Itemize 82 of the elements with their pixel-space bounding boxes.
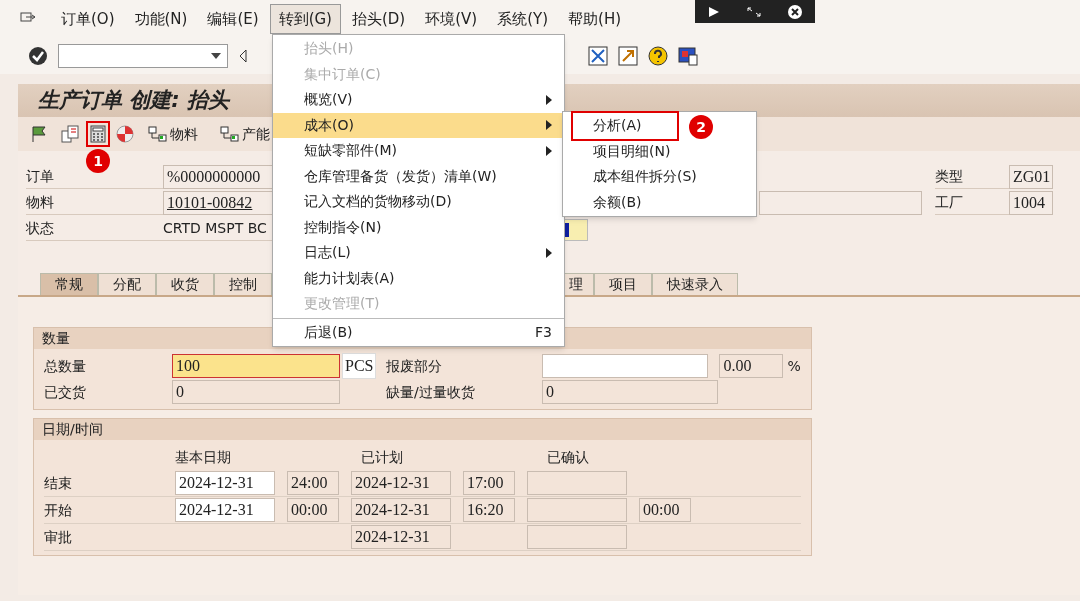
time-field[interactable]: 24:00 <box>287 471 339 495</box>
tab[interactable]: 分配 <box>98 273 156 295</box>
tab[interactable]: 收货 <box>156 273 214 295</box>
field-value[interactable]: 1004 <box>1009 190 1053 215</box>
menu-item[interactable]: 系统(Y) <box>488 3 558 35</box>
percent-sign: % <box>787 356 801 376</box>
field-label: 总数量 <box>44 356 87 376</box>
input-field[interactable] <box>542 354 709 378</box>
submenu-arrow-icon <box>546 145 552 156</box>
group-title: 日期/时间 <box>34 419 811 440</box>
menu-item[interactable]: 编辑(E) <box>198 3 268 35</box>
toolbar-button[interactable]: 产能 <box>220 123 270 145</box>
material-description-field[interactable] <box>759 191 922 215</box>
hierarchy-icon <box>148 125 168 143</box>
menu-option[interactable]: 余额(B) <box>573 189 677 215</box>
menu-option[interactable]: 项目明细(N) <box>573 138 677 164</box>
submenu-arrow-icon <box>546 94 552 105</box>
date-field[interactable]: 2024-12-31 <box>351 525 451 549</box>
date-field[interactable]: 2024-12-31 <box>351 498 451 522</box>
field-label: 订单 <box>26 167 55 186</box>
field-label: 物料 <box>26 193 55 212</box>
menu-option[interactable]: 日志(L) <box>273 240 564 266</box>
menu-option[interactable]: 控制指令(N) <box>273 214 564 240</box>
new-window-icon[interactable] <box>618 46 638 66</box>
command-field[interactable] <box>58 44 228 68</box>
date-field[interactable] <box>527 471 627 495</box>
menu-item[interactable]: 转到(G) <box>269 3 341 35</box>
time-field[interactable]: 16:20 <box>463 498 515 522</box>
resize-icon[interactable] <box>746 5 762 18</box>
back-icon[interactable] <box>238 49 248 63</box>
dropdown-icon[interactable] <box>211 53 221 59</box>
field-value[interactable]: 0 <box>172 380 340 404</box>
monitor-icon[interactable] <box>678 46 698 66</box>
date-field[interactable] <box>527 498 627 522</box>
status-text: CRTD MSPT BC <box>163 219 267 238</box>
quantity-field[interactable]: 100 <box>172 354 340 378</box>
menu-item[interactable]: 帮助(H) <box>559 3 631 35</box>
menu-option[interactable]: 成本(O) <box>273 112 564 138</box>
field-label: 缺量/过量收货 <box>386 382 476 402</box>
hierarchy-icon <box>220 125 240 143</box>
menu-option[interactable]: 成本组件拆分(S) <box>573 164 703 190</box>
date-field[interactable]: 2024-12-31 <box>175 471 275 495</box>
step-badge: 2 <box>689 115 713 139</box>
date-field[interactable]: 2024-12-31 <box>351 471 451 495</box>
field-label: 类型 <box>935 167 964 186</box>
field-label: 工厂 <box>935 193 964 212</box>
time-field[interactable]: 00:00 <box>639 498 691 522</box>
submenu-arrow-icon <box>546 247 552 258</box>
menu-item[interactable]: 订单(O) <box>52 3 124 35</box>
date-field[interactable] <box>527 525 627 549</box>
field-label: 报废部分 <box>386 356 444 376</box>
field-label: 已交货 <box>44 382 87 402</box>
field-label: 结束 <box>44 473 73 493</box>
close-icon[interactable] <box>786 3 803 20</box>
menu-item[interactable]: 抬头(D) <box>342 3 415 35</box>
column-header: 已计划 <box>361 447 404 467</box>
time-field[interactable]: 17:00 <box>463 471 515 495</box>
screen-title: 生产订单 创建: 抬头 <box>38 86 230 114</box>
check-icon[interactable] <box>28 46 48 66</box>
column-header: 已确认 <box>547 447 589 467</box>
field-label: 审批 <box>44 527 73 547</box>
menu-item[interactable]: 功能(N) <box>125 3 197 35</box>
unit-text: PCS <box>342 353 377 379</box>
field-label: 状态 <box>26 219 55 238</box>
toolbar-button[interactable]: 物料 <box>148 123 198 145</box>
time-field[interactable]: 00:00 <box>287 498 339 522</box>
tab[interactable]: 控制 <box>214 273 272 295</box>
tab[interactable]: 项目 <box>594 273 652 295</box>
menu-item[interactable]: 环境(V) <box>416 3 487 35</box>
tab[interactable]: 常规 <box>40 273 98 295</box>
percent-field[interactable]: 0.00 <box>719 354 784 378</box>
menu-option[interactable]: 短缺零部件(M) <box>273 138 564 164</box>
tab[interactable]: 快速录入 <box>652 273 738 295</box>
menu-option[interactable]: 分析(A) <box>573 113 677 139</box>
menu-option[interactable]: 概览(V) <box>273 87 564 113</box>
submenu-arrow-icon <box>546 120 552 131</box>
field-value[interactable]: 0 <box>542 380 718 404</box>
field-value[interactable]: ZG01 <box>1009 164 1053 189</box>
column-header: 基本日期 <box>175 447 232 467</box>
date-field[interactable]: 2024-12-31 <box>175 498 275 522</box>
field-label: 开始 <box>44 500 73 520</box>
help-icon[interactable] <box>648 46 668 66</box>
